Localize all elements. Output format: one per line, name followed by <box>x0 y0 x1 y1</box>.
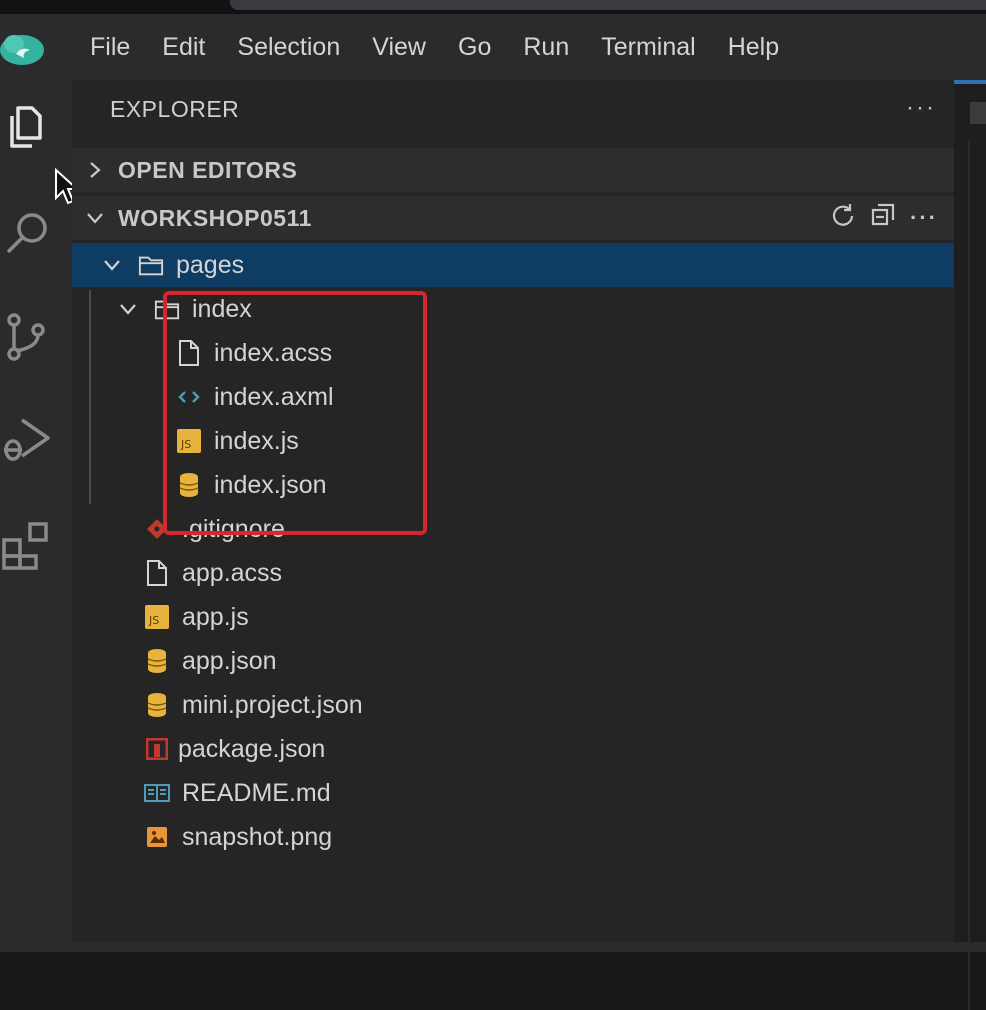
window-tab-bar <box>230 0 986 10</box>
tree-file-mini-project-json[interactable]: mini.project.json <box>72 683 954 727</box>
highlight-annotation-box <box>163 291 427 535</box>
chevron-down-icon <box>72 211 118 225</box>
npm-package-icon <box>144 735 170 763</box>
menu-terminal[interactable]: Terminal <box>585 14 711 80</box>
menu-bar: File Edit Selection View Go Run Terminal… <box>0 14 986 80</box>
more-actions-icon[interactable]: ··· <box>906 94 936 122</box>
menu-go[interactable]: Go <box>442 14 507 80</box>
source-control-icon[interactable] <box>0 308 58 366</box>
explorer-sidebar: EXPLORER ··· OPEN EDITORS WORKSHOP0511 ·… <box>72 80 954 942</box>
tree-label: app.acss <box>182 558 283 587</box>
file-icon <box>144 559 170 587</box>
run-debug-icon[interactable] <box>0 410 58 468</box>
extensions-icon[interactable] <box>0 516 58 574</box>
tree-file-snapshot-png[interactable]: snapshot.png <box>72 815 954 859</box>
app-logo-icon <box>0 14 60 80</box>
tree-file-readme[interactable]: README.md <box>72 771 954 815</box>
tree-file-app-acss[interactable]: app.acss <box>72 551 954 595</box>
editor-divider <box>968 140 970 1010</box>
more-workspace-actions-icon[interactable]: ··· <box>910 205 938 231</box>
active-tab-indicator <box>954 80 986 84</box>
tree-folder-pages[interactable]: pages <box>72 243 954 287</box>
javascript-icon: JS <box>144 603 170 631</box>
section-workspace-label: WORKSHOP0511 <box>118 204 312 231</box>
tree-label: app.js <box>182 602 249 631</box>
chevron-down-icon <box>118 302 140 316</box>
tree-file-app-json[interactable]: app.json <box>72 639 954 683</box>
section-open-editors[interactable]: OPEN EDITORS <box>72 148 954 192</box>
tree-label: mini.project.json <box>182 690 363 719</box>
menu-selection[interactable]: Selection <box>221 14 356 80</box>
readme-book-icon <box>144 779 170 807</box>
tree-label: README.md <box>182 778 331 807</box>
tree-label: snapshot.png <box>182 822 333 851</box>
json-database-icon <box>144 647 170 675</box>
window-top-strip <box>0 0 986 14</box>
editor-tab[interactable] <box>970 102 986 124</box>
svg-text:JS: JS <box>148 614 159 627</box>
section-workspace[interactable]: WORKSHOP0511 ··· <box>72 196 954 240</box>
workspace-actions: ··· <box>830 196 938 240</box>
tree-file-app-js[interactable]: JS app.js <box>72 595 954 639</box>
menu-run[interactable]: Run <box>507 14 585 80</box>
image-icon <box>144 823 170 851</box>
editor-area-edge <box>954 80 986 1010</box>
status-bar <box>0 942 986 952</box>
search-icon[interactable] <box>0 204 58 262</box>
folder-open-icon <box>138 251 164 279</box>
explorer-icon[interactable] <box>0 98 58 156</box>
chevron-down-icon <box>102 258 124 272</box>
menu-view[interactable]: View <box>356 14 442 80</box>
menu-file[interactable]: File <box>60 14 146 80</box>
chevron-right-icon <box>72 160 118 180</box>
refresh-icon[interactable] <box>830 202 856 234</box>
tree-label: app.json <box>182 646 277 675</box>
json-database-icon <box>144 691 170 719</box>
menu-help[interactable]: Help <box>712 14 795 80</box>
menu-edit[interactable]: Edit <box>146 14 221 80</box>
tree-label: package.json <box>178 734 326 763</box>
sidebar-title: EXPLORER <box>110 96 240 122</box>
tree-file-package-json[interactable]: package.json <box>72 727 954 771</box>
collapse-all-icon[interactable] <box>870 202 896 234</box>
section-open-editors-label: OPEN EDITORS <box>118 156 298 183</box>
tree-label: pages <box>176 250 245 279</box>
